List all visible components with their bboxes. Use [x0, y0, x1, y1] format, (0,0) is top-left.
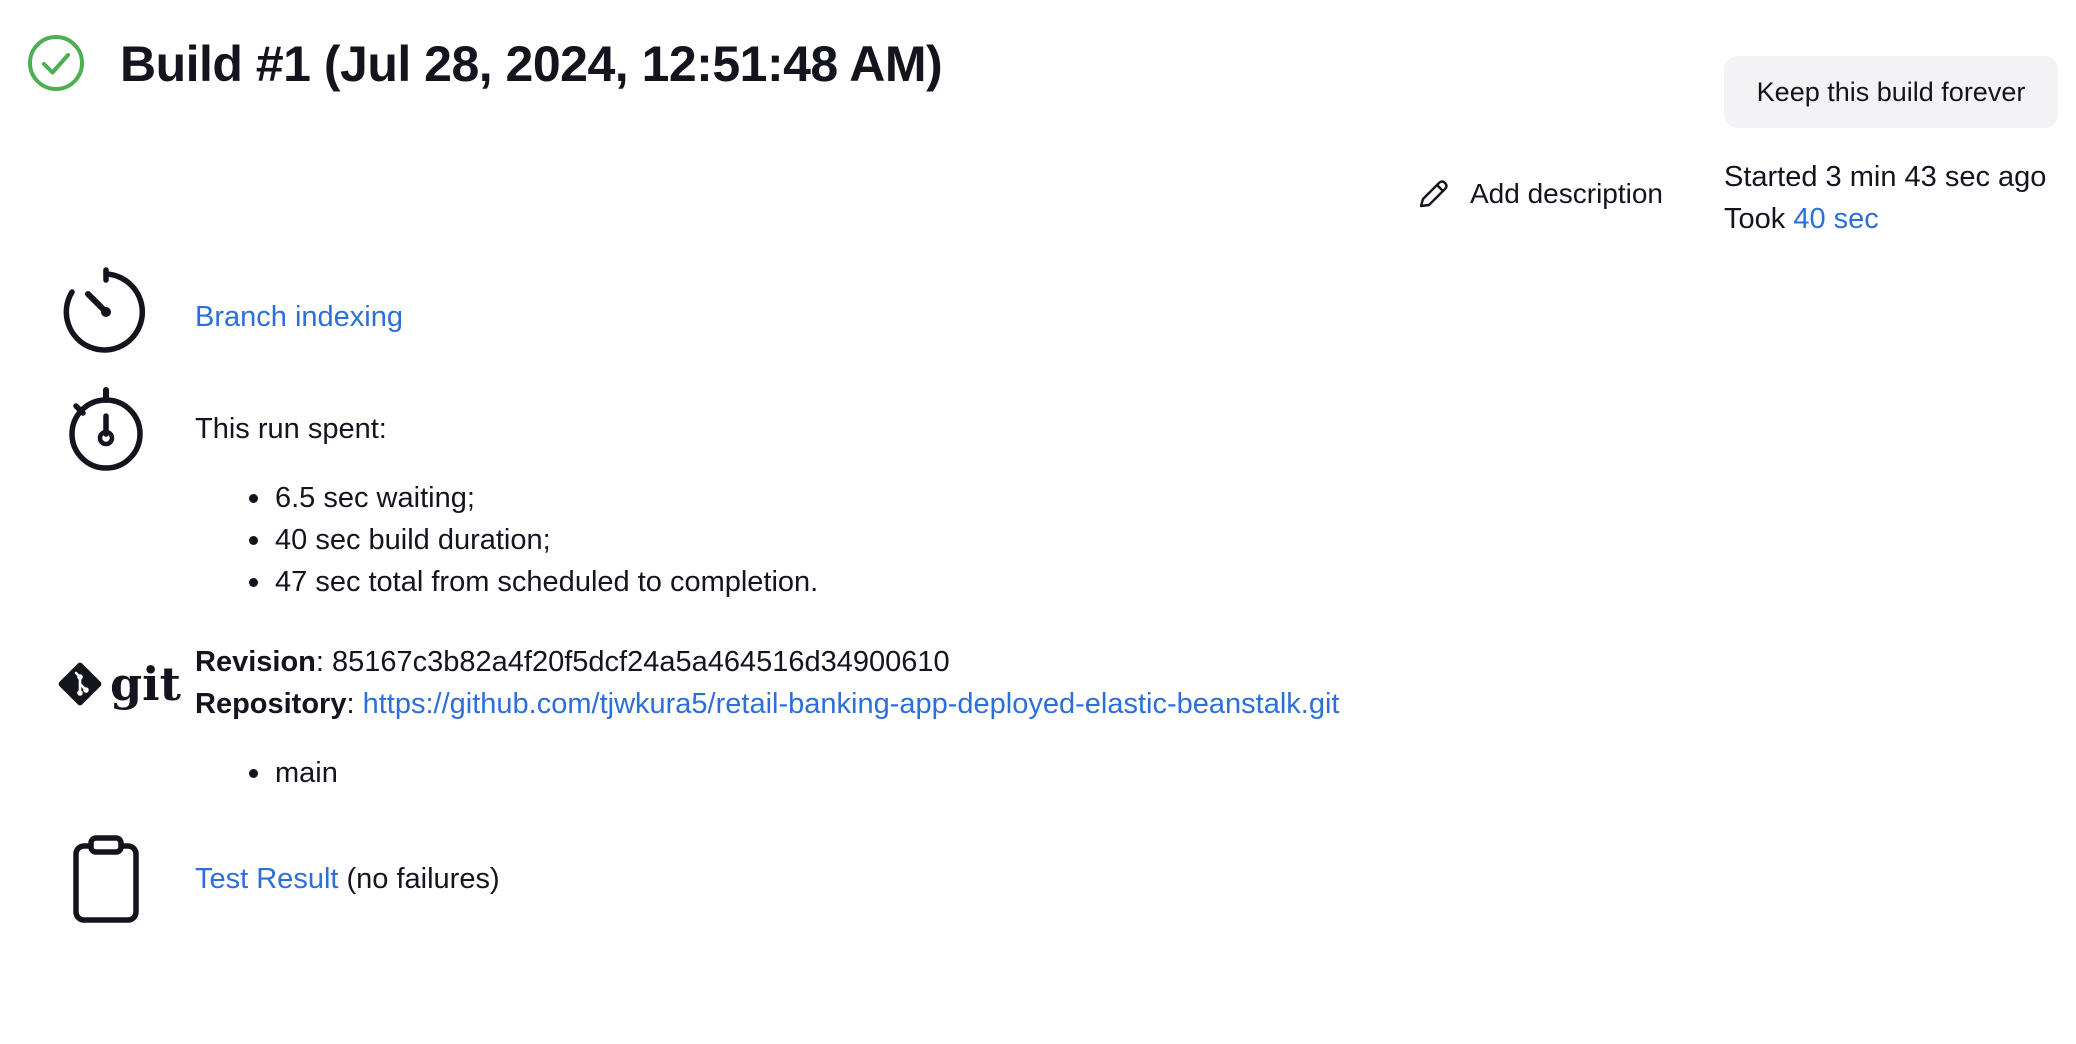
started-text: Started 3 min 43 sec ago	[1724, 161, 2047, 193]
repository-label: Repository	[195, 688, 347, 720]
clipboard-icon	[58, 830, 154, 926]
add-description-label: Add description	[1470, 178, 1664, 209]
revision-line: Revision: 85167c3b82a4f20f5dcf24a5a46451…	[195, 646, 950, 678]
revision-value: 85167c3b82a4f20f5dcf24a5a464516d34900610	[332, 646, 950, 678]
list-item: 40 sec build duration;	[195, 519, 818, 561]
repository-line: Repository: https://github.com/tjwkura5/…	[195, 688, 1340, 720]
test-result-summary: (no failures)	[346, 863, 500, 895]
git-logo-text: git	[110, 657, 181, 711]
took-line: Took 40 sec	[1724, 198, 2046, 240]
list-item: 47 sec total from scheduled to completio…	[195, 561, 818, 603]
list-item: main	[195, 752, 338, 794]
branch-list: main	[195, 752, 338, 794]
timing-list: 6.5 sec waiting; 40 sec build duration; …	[195, 477, 818, 603]
keep-build-forever-button[interactable]: Keep this build forever	[1724, 56, 2058, 128]
test-result-link[interactable]: Test Result	[195, 863, 338, 895]
timer-icon	[58, 264, 154, 360]
pencil-icon	[1416, 177, 1450, 211]
success-check-icon	[26, 33, 86, 93]
revision-label: Revision	[195, 646, 316, 678]
add-description-button[interactable]: Add description	[1416, 172, 1663, 216]
timing-intro: This run spent:	[195, 413, 387, 445]
git-logo-icon: git	[56, 660, 181, 708]
repository-link[interactable]: https://github.com/tjwkura5/retail-banki…	[363, 688, 1340, 720]
stopwatch-icon	[58, 380, 154, 476]
test-result-line: Test Result (no failures)	[195, 858, 500, 900]
build-duration-link[interactable]: 40 sec	[1793, 203, 1878, 235]
page-title: Build #1 (Jul 28, 2024, 12:51:48 AM)	[120, 36, 943, 92]
list-item: 6.5 sec waiting;	[195, 477, 818, 519]
branch-indexing-link[interactable]: Branch indexing	[195, 296, 403, 338]
took-prefix: Took	[1724, 203, 1786, 235]
build-meta: Started 3 min 43 sec ago Took 40 sec	[1724, 156, 2046, 240]
